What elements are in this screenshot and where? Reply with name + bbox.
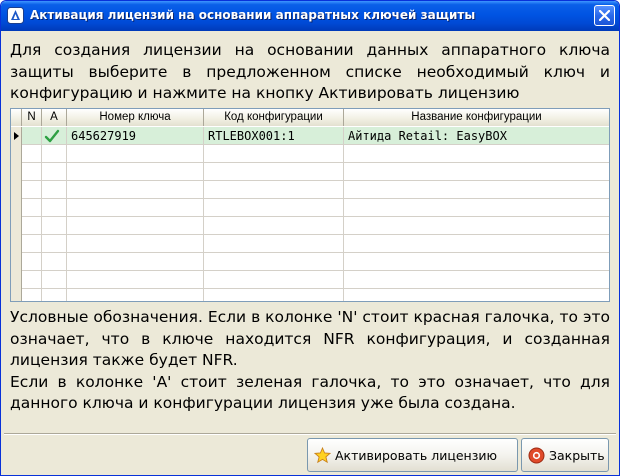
legend: Условные обозначения. Если в колонке 'N'… bbox=[10, 307, 610, 415]
green-check-icon bbox=[44, 129, 60, 143]
row-indicator bbox=[11, 235, 22, 253]
row-indicator bbox=[11, 253, 22, 271]
cell-config-name bbox=[344, 199, 609, 217]
cell-n bbox=[22, 289, 42, 301]
dialog-body: Для создания лицензии на основании данны… bbox=[4, 31, 616, 474]
cell-key-number bbox=[67, 289, 204, 301]
cell-n bbox=[22, 181, 42, 199]
header-a[interactable]: A bbox=[42, 109, 67, 126]
cell-config-name bbox=[344, 235, 609, 253]
cell-config-name bbox=[344, 145, 609, 163]
separator bbox=[4, 433, 616, 435]
header-n[interactable]: N bbox=[22, 109, 42, 126]
close-x-icon bbox=[599, 10, 610, 21]
cell-config-name bbox=[344, 217, 609, 235]
cell-config-code bbox=[204, 271, 344, 289]
app-icon bbox=[7, 7, 24, 24]
cell-a bbox=[42, 181, 67, 199]
cell-n bbox=[22, 199, 42, 217]
table-row-empty[interactable] bbox=[11, 145, 609, 163]
cell-config-code: RTLEBOX001:1 bbox=[204, 127, 344, 145]
cell-config-code bbox=[204, 145, 344, 163]
cell-key-number bbox=[67, 235, 204, 253]
row-indicator bbox=[11, 163, 22, 181]
cell-key-number bbox=[67, 163, 204, 181]
cell-n bbox=[22, 253, 42, 271]
table-row-empty[interactable] bbox=[11, 271, 609, 289]
window-close-button[interactable] bbox=[594, 5, 615, 26]
title-bar[interactable]: Активация лицензий на основании аппаратн… bbox=[1, 1, 619, 31]
cell-config-name bbox=[344, 253, 609, 271]
cell-a bbox=[42, 271, 67, 289]
cell-a bbox=[42, 235, 67, 253]
close-label: Закрыть bbox=[549, 448, 605, 463]
cell-a bbox=[42, 163, 67, 181]
cell-config-name bbox=[344, 289, 609, 301]
cell-n bbox=[22, 145, 42, 163]
cell-config-code bbox=[204, 235, 344, 253]
table-row-empty[interactable] bbox=[11, 289, 609, 301]
cell-config-name bbox=[344, 271, 609, 289]
header-indicator bbox=[11, 109, 22, 126]
cell-config-code bbox=[204, 199, 344, 217]
grid-header: N A Номер ключа Код конфигурации Названи… bbox=[11, 109, 609, 126]
window-title: Активация лицензий на основании аппаратн… bbox=[30, 8, 476, 22]
table-row-empty[interactable] bbox=[11, 253, 609, 271]
row-indicator bbox=[11, 145, 22, 163]
cell-key-number bbox=[67, 253, 204, 271]
row-pointer-icon bbox=[14, 132, 19, 140]
cell-key-number: 645627919 bbox=[67, 127, 204, 145]
row-indicator bbox=[11, 289, 22, 301]
header-config-code[interactable]: Код конфигурации bbox=[204, 109, 344, 126]
table-row[interactable]: 645627919 RTLEBOX001:1 Айтида Retail: Easy… bbox=[11, 127, 609, 145]
header-config-name[interactable]: Название конфигурации bbox=[344, 109, 609, 126]
close-icon bbox=[528, 447, 545, 464]
table-row-empty[interactable] bbox=[11, 163, 609, 181]
cell-key-number bbox=[67, 271, 204, 289]
cell-a bbox=[42, 199, 67, 217]
cell-key-number bbox=[67, 145, 204, 163]
cell-config-name bbox=[344, 163, 609, 181]
cell-config-code bbox=[204, 217, 344, 235]
row-indicator bbox=[11, 181, 22, 199]
row-indicator bbox=[11, 217, 22, 235]
keys-grid[interactable]: N A Номер ключа Код конфигурации Названи… bbox=[10, 108, 610, 302]
dialog-window: Активация лицензий на основании аппаратн… bbox=[0, 0, 620, 476]
table-row-empty[interactable] bbox=[11, 199, 609, 217]
cell-a bbox=[42, 289, 67, 301]
cell-a bbox=[42, 145, 67, 163]
cell-key-number bbox=[67, 199, 204, 217]
cell-config-code bbox=[204, 181, 344, 199]
cell-n bbox=[22, 163, 42, 181]
cell-key-number bbox=[67, 217, 204, 235]
legend-activated-text: Если в колонке 'A' стоит зеленая галочка… bbox=[10, 372, 610, 413]
cell-a bbox=[42, 127, 67, 145]
cell-n bbox=[22, 271, 42, 289]
cell-config-code bbox=[204, 163, 344, 181]
header-key-number[interactable]: Номер ключа bbox=[67, 109, 204, 126]
cell-n bbox=[22, 127, 42, 145]
cell-config-code bbox=[204, 253, 344, 271]
intro-text: Для создания лицензии на основании данны… bbox=[10, 41, 610, 102]
table-row-empty[interactable] bbox=[11, 217, 609, 235]
star-icon bbox=[313, 446, 332, 464]
row-indicator bbox=[11, 199, 22, 217]
cell-a bbox=[42, 217, 67, 235]
row-indicator bbox=[11, 127, 22, 145]
cell-key-number bbox=[67, 181, 204, 199]
cell-config-code bbox=[204, 289, 344, 301]
cell-config-name bbox=[344, 181, 609, 199]
close-button[interactable]: Закрыть bbox=[521, 438, 609, 472]
row-indicator bbox=[11, 271, 22, 289]
cell-config-name: Айтида Retail: EasyBOX bbox=[348, 129, 507, 143]
activate-license-label: Активировать лицензию bbox=[335, 448, 498, 463]
table-row-empty[interactable] bbox=[11, 235, 609, 253]
cell-a bbox=[42, 253, 67, 271]
cell-n bbox=[22, 217, 42, 235]
cell-n bbox=[22, 235, 42, 253]
legend-nfr-text: Условные обозначения. Если в колонке 'N'… bbox=[10, 308, 610, 369]
table-row-empty[interactable] bbox=[11, 181, 609, 199]
activate-license-button[interactable]: Активировать лицензию bbox=[307, 438, 518, 472]
